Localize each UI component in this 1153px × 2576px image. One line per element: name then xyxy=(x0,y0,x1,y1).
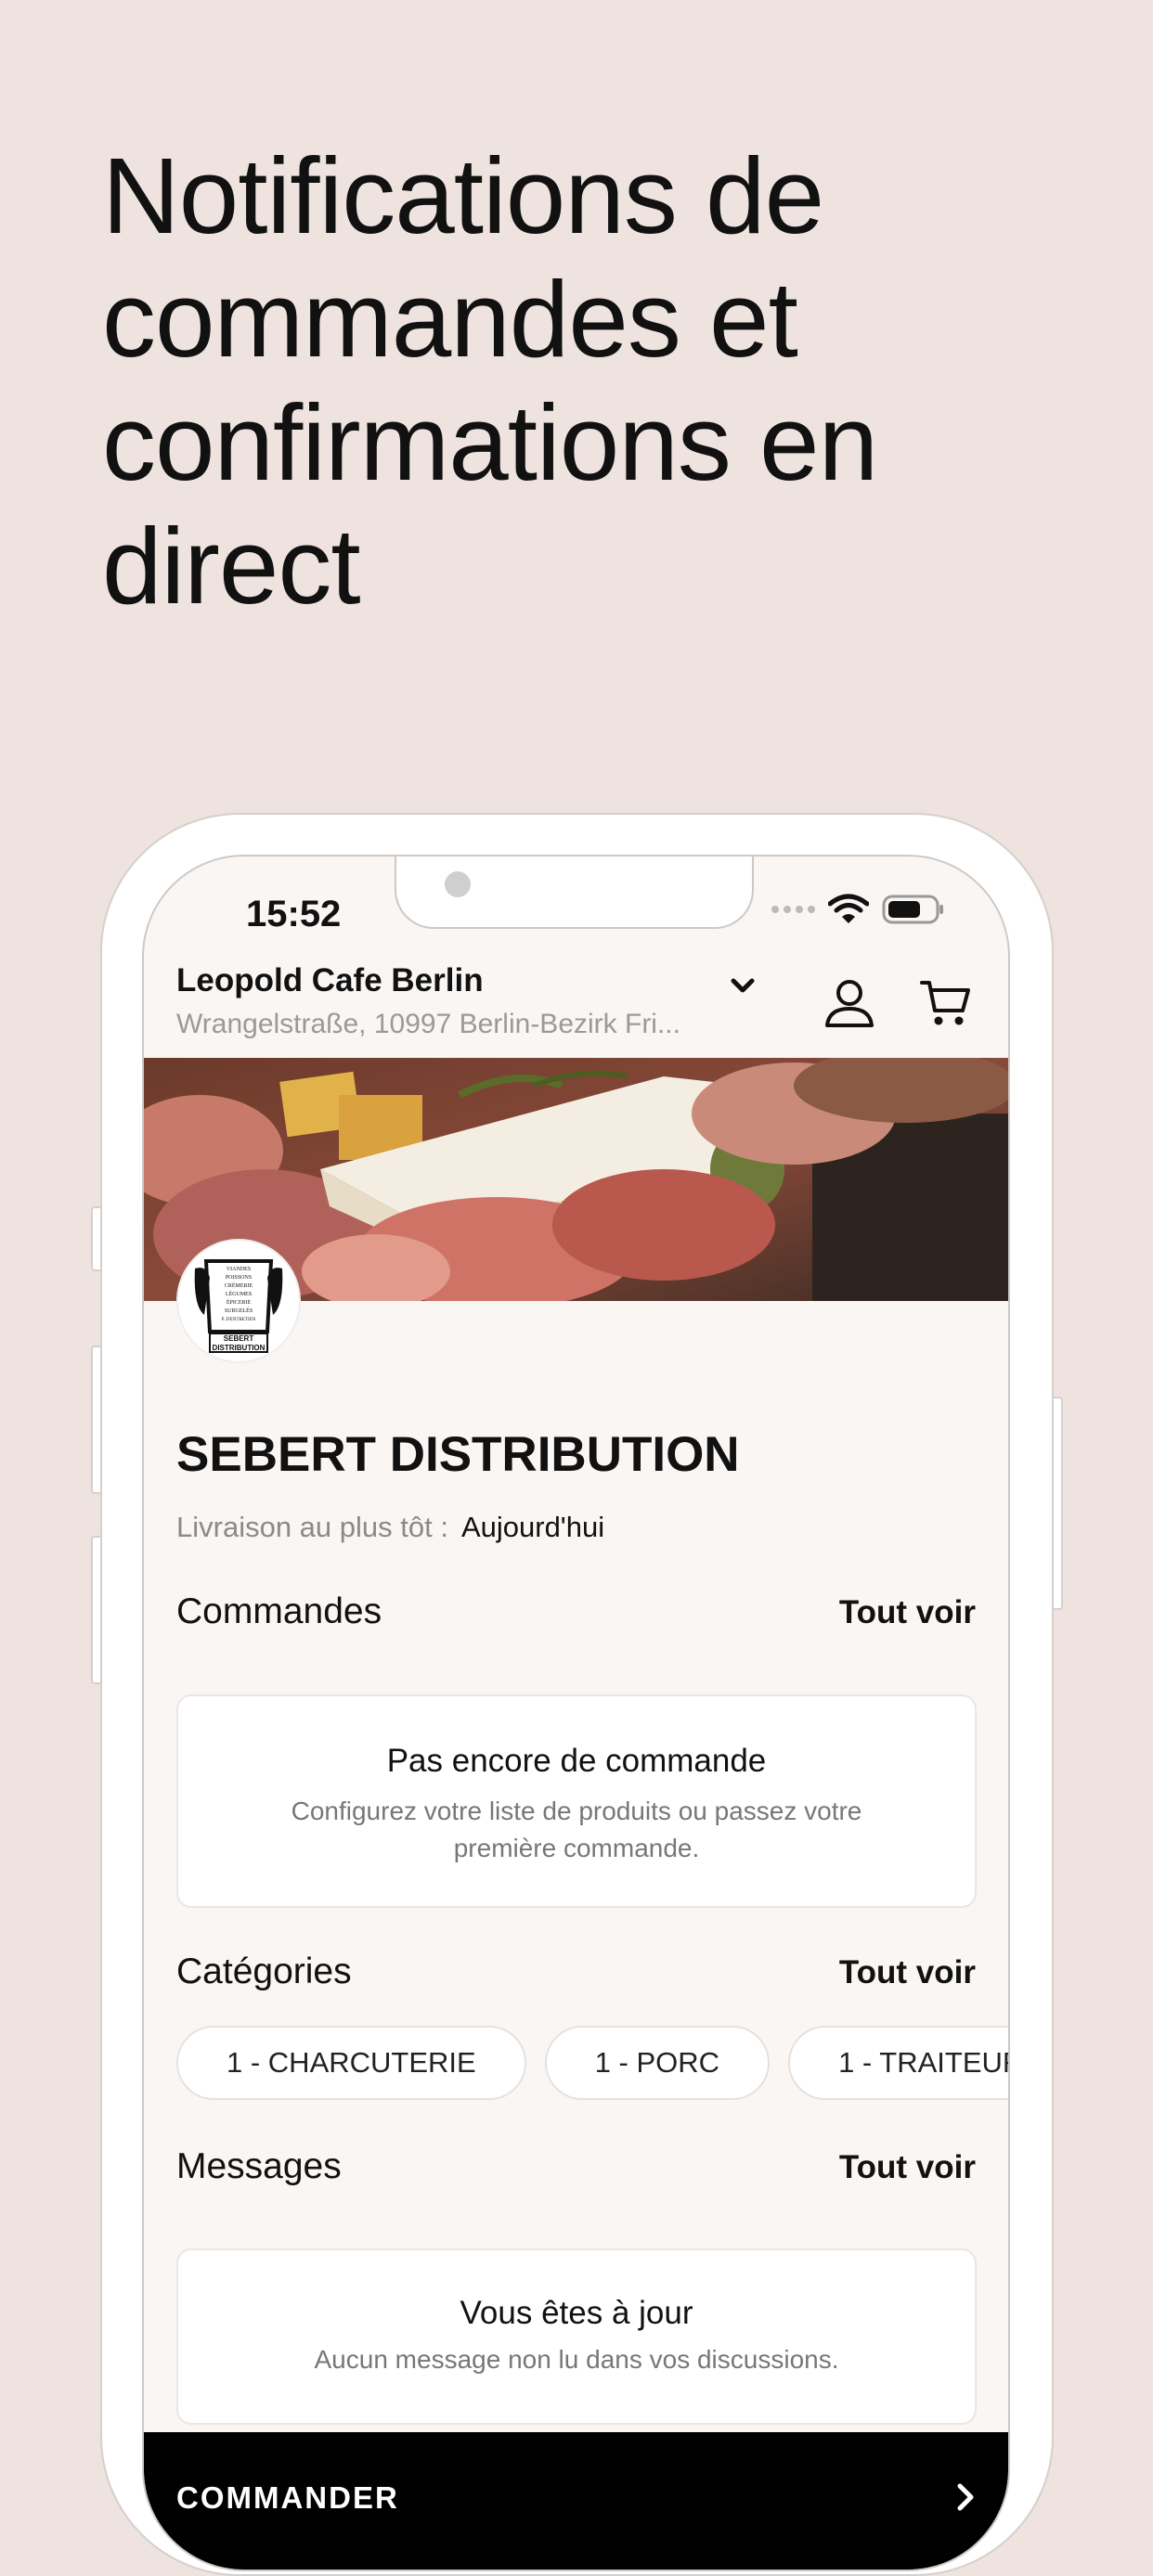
headline-line: commandes et xyxy=(102,259,798,380)
headline-line: Notifications de xyxy=(102,135,824,256)
orders-empty-line: première commande. xyxy=(453,1834,700,1862)
headline-line: direct xyxy=(102,506,361,626)
svg-text:SURGELÉS: SURGELÉS xyxy=(225,1307,253,1314)
store-name: Leopold Cafe Berlin xyxy=(176,962,484,998)
orders-empty-title: Pas encore de commande xyxy=(386,1743,767,1779)
svg-text:POISSONS: POISSONS xyxy=(226,1275,252,1281)
supplier-logo: VIANDES POISSONS CRÉMERIE LÉGUMES ÉPICER… xyxy=(176,1239,301,1363)
signal-icon xyxy=(771,906,815,913)
status-icons xyxy=(771,894,945,925)
orders-empty-card: Pas encore de commande Configurez votre … xyxy=(176,1694,977,1908)
svg-text:VIANDES: VIANDES xyxy=(227,1267,251,1272)
status-time: 15:52 xyxy=(246,894,342,934)
orders-empty-subtitle: Configurez votre liste de produits ou pa… xyxy=(178,1793,975,1867)
delivery-value: Aujourd'hui xyxy=(460,1511,605,1543)
svg-text:ÉPICERIE: ÉPICERIE xyxy=(227,1298,252,1306)
delivery-label: Livraison au plus tôt : xyxy=(176,1511,448,1543)
svg-text:LÉGUMES: LÉGUMES xyxy=(226,1290,252,1297)
chevron-down-icon[interactable] xyxy=(724,968,761,1005)
category-chip[interactable]: 1 - CHARCUTERIE xyxy=(176,2026,526,2100)
messages-section-title: Messages xyxy=(176,2146,342,2186)
camera-dot xyxy=(445,871,471,897)
battery-icon xyxy=(882,895,943,924)
messages-empty-subtitle: Aucun message non lu dans vos discussion… xyxy=(314,2345,839,2374)
orders-see-all-link[interactable]: Tout voir xyxy=(839,1594,976,1631)
chevron-right-icon xyxy=(957,2483,974,2511)
delivery-info: Livraison au plus tôt : Aujourd'hui xyxy=(176,1511,604,1544)
headline-line: confirmations en xyxy=(102,382,878,503)
order-button-label: COMMANDER xyxy=(176,2480,399,2515)
cart-icon[interactable] xyxy=(920,977,972,1029)
messages-empty-card: Vous êtes à jour Aucun message non lu da… xyxy=(176,2248,977,2425)
phone-screen: 15:52 Leopold Cafe Berlin Wrangelstraße,… xyxy=(142,855,1010,2571)
store-selector[interactable]: Leopold Cafe Berlin Wrangelstraße, 10997… xyxy=(176,962,752,1040)
wifi-icon xyxy=(828,894,869,923)
messages-see-all-link[interactable]: Tout voir xyxy=(839,2149,976,2186)
category-chip[interactable]: 1 - TRAITEURS xyxy=(788,2026,1008,2100)
svg-text:SEBERT: SEBERT xyxy=(224,1334,254,1343)
svg-text:CRÉMERIE: CRÉMERIE xyxy=(225,1282,253,1289)
category-chip[interactable]: 1 - PORC xyxy=(544,2026,771,2100)
orders-section-title: Commandes xyxy=(176,1591,382,1631)
categories-section-title: Catégories xyxy=(176,1951,352,1991)
order-button[interactable]: COMMANDER xyxy=(144,2432,1008,2570)
svg-text:DISTRIBUTION: DISTRIBUTION xyxy=(213,1344,266,1352)
orders-empty-line: Configurez votre liste de produits ou pa… xyxy=(291,1797,862,1825)
headline: Notifications de commandes et confirmati… xyxy=(102,135,1077,628)
notch xyxy=(395,857,754,929)
categories-see-all-link[interactable]: Tout voir xyxy=(839,1954,976,1991)
supplier-name: SEBERT DISTRIBUTION xyxy=(176,1427,740,1482)
store-address: Wrangelstraße, 10997 Berlin-Bezirk Fri..… xyxy=(176,1009,680,1039)
user-icon[interactable] xyxy=(823,977,875,1029)
category-chip-list: 1 - CHARCUTERIE 1 - PORC 1 - TRAITEURS xyxy=(176,2026,1008,2100)
messages-empty-title: Vous êtes à jour xyxy=(460,2295,693,2331)
svg-text:P. D'ENTRETIEN: P. D'ENTRETIEN xyxy=(222,1318,256,1322)
